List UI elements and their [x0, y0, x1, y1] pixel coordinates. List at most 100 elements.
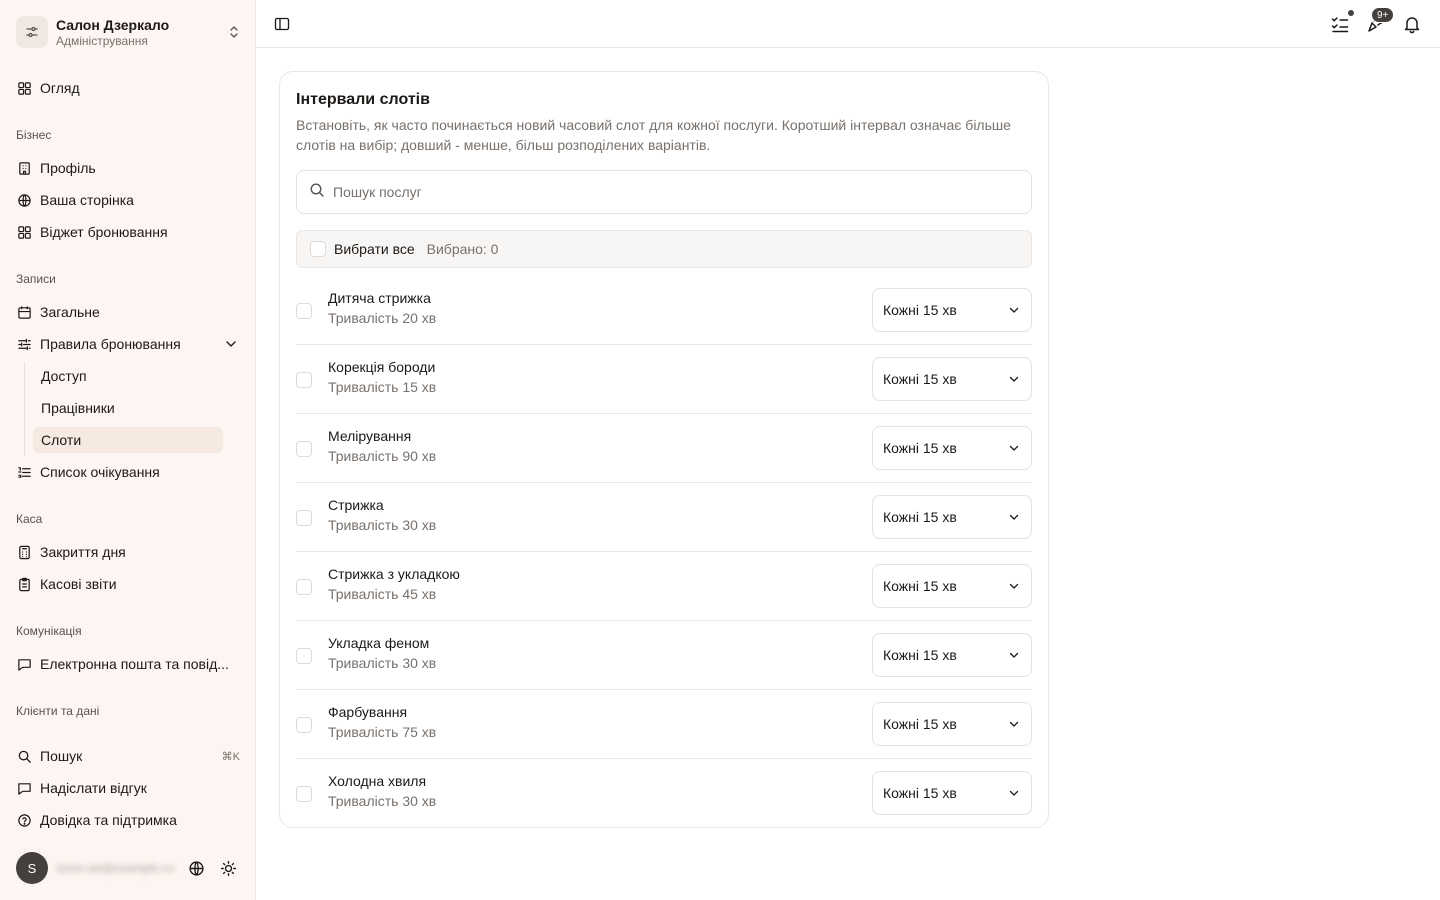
list-item: Мелірування Тривалість 90 хв Кожні 15 хв	[296, 414, 1032, 483]
chevron-down-icon	[1007, 786, 1021, 800]
nav-label: Електронна пошта та повід...	[40, 656, 229, 672]
sub-item-access[interactable]: Доступ	[33, 363, 223, 389]
nav-item-help[interactable]: Довідка та підтримка	[8, 806, 248, 834]
nav-item-feedback[interactable]: Надіслати відгук	[8, 774, 248, 802]
nav-item-day-close[interactable]: Закриття дня	[8, 538, 248, 566]
message-square-icon	[16, 780, 32, 796]
interval-value: Кожні 15 хв	[883, 509, 957, 525]
section-label-comms: Комунікація	[16, 624, 82, 638]
nav-item-profile[interactable]: Профіль	[8, 154, 248, 182]
sub-label: Працівники	[41, 400, 115, 416]
section-label-clients: Клієнти та дані	[16, 704, 100, 718]
service-name: Мелірування	[328, 428, 412, 444]
chevron-down-icon	[1007, 303, 1021, 317]
nav-item-cash-reports[interactable]: Касові звіти	[8, 570, 248, 598]
clipboard-icon	[16, 576, 32, 592]
service-checkbox[interactable]	[296, 717, 312, 733]
widget-icon	[16, 224, 32, 240]
org-logo-icon	[16, 16, 48, 48]
nav-item-overview[interactable]: Огляд	[8, 74, 248, 102]
list-item: Фарбування Тривалість 75 хв Кожні 15 хв	[296, 690, 1032, 759]
select-all-checkbox[interactable]	[310, 241, 326, 257]
chevron-down-icon	[1007, 372, 1021, 386]
service-checkbox[interactable]	[296, 579, 312, 595]
bell-icon[interactable]	[1401, 13, 1423, 35]
service-duration: Тривалість 30 хв	[328, 517, 437, 533]
user-menu[interactable]: S stoss-ad@example.com	[16, 852, 246, 884]
nav-label: Ваша сторінка	[40, 192, 134, 208]
nav-item-booking-rules[interactable]: Правила бронювання	[8, 330, 248, 358]
subnav-divider	[24, 362, 25, 456]
interval-select[interactable]: Кожні 15 хв	[872, 702, 1032, 746]
interval-value: Кожні 15 хв	[883, 371, 957, 387]
service-checkbox[interactable]	[296, 372, 312, 388]
interval-select[interactable]: Кожні 15 хв	[872, 633, 1032, 677]
nav-label: Віджет бронювання	[40, 224, 168, 240]
nav-label: Пошук	[40, 748, 83, 764]
service-name: Фарбування	[328, 704, 408, 720]
service-duration: Тривалість 15 хв	[328, 379, 437, 395]
service-checkbox[interactable]	[296, 441, 312, 457]
service-checkbox[interactable]	[296, 786, 312, 802]
org-switcher[interactable]: Салон Дзеркало Адміністрування	[16, 14, 242, 50]
list-item: Корекція бороди Тривалість 15 хв Кожні 1…	[296, 345, 1032, 414]
search-input[interactable]	[333, 184, 993, 200]
chevron-down-icon	[1007, 648, 1021, 662]
list-item: Холодна хвиля Тривалість 30 хв Кожні 15 …	[296, 759, 1032, 828]
sun-icon[interactable]	[218, 858, 238, 878]
list-ordered-icon	[16, 464, 32, 480]
avatar: S	[16, 852, 48, 884]
card-description: Встановіть, як часто починається новий ч…	[296, 117, 1011, 153]
chevrons-up-down-icon	[226, 24, 242, 40]
service-name: Корекція бороди	[328, 359, 436, 375]
chevron-down-icon	[1007, 510, 1021, 524]
search-icon	[16, 748, 32, 764]
interval-select[interactable]: Кожні 15 хв	[872, 564, 1032, 608]
notification-dot	[1346, 8, 1356, 18]
interval-select[interactable]: Кожні 15 хв	[872, 288, 1032, 332]
shortcut-hint: ⌘K	[221, 750, 240, 763]
nav-item-general[interactable]: Загальне	[8, 298, 248, 326]
sub-item-slots[interactable]: Слоти	[33, 427, 223, 453]
nav-label: Профіль	[40, 160, 96, 176]
service-duration: Тривалість 45 хв	[328, 586, 437, 602]
nav-item-waitlist[interactable]: Список очікування	[8, 458, 248, 486]
list-item: Укладка феном Тривалість 30 хв Кожні 15 …	[296, 621, 1032, 690]
service-checkbox[interactable]	[296, 510, 312, 526]
interval-value: Кожні 15 хв	[883, 440, 957, 456]
nav-item-booking-widget[interactable]: Віджет бронювання	[8, 218, 248, 246]
sidebar-toggle-icon[interactable]	[272, 14, 292, 34]
interval-select[interactable]: Кожні 15 хв	[872, 357, 1032, 401]
service-checkbox[interactable]	[296, 648, 312, 664]
chevron-down-icon	[1007, 717, 1021, 731]
sidebar: Салон Дзеркало Адміністрування Огляд Біз…	[0, 0, 256, 900]
globe-icon[interactable]	[186, 858, 206, 878]
interval-select[interactable]: Кожні 15 хв	[872, 426, 1032, 470]
nav-item-search[interactable]: Пошук ⌘K	[8, 742, 248, 770]
list-item: Дитяча стрижка Тривалість 20 хв Кожні 15…	[296, 276, 1032, 345]
section-label-bookings: Записи	[16, 272, 56, 286]
sub-item-workers[interactable]: Працівники	[33, 395, 223, 421]
nav-label: Касові звіти	[40, 576, 117, 592]
service-list: Дитяча стрижка Тривалість 20 хв Кожні 15…	[296, 276, 1032, 828]
service-name: Укладка феном	[328, 635, 430, 651]
interval-value: Кожні 15 хв	[883, 785, 957, 801]
service-duration: Тривалість 90 хв	[328, 448, 437, 464]
interval-select[interactable]: Кожні 15 хв	[872, 771, 1032, 815]
interval-value: Кожні 15 хв	[883, 647, 957, 663]
nav-item-your-page[interactable]: Ваша сторінка	[8, 186, 248, 214]
nav-item-email[interactable]: Електронна пошта та повід...	[8, 650, 248, 678]
service-checkbox[interactable]	[296, 303, 312, 319]
interval-select[interactable]: Кожні 15 хв	[872, 495, 1032, 539]
service-duration: Тривалість 75 хв	[328, 724, 437, 740]
chevron-down-icon	[224, 337, 238, 351]
interval-value: Кожні 15 хв	[883, 302, 957, 318]
calculator-icon	[16, 544, 32, 560]
service-name: Холодна хвиля	[328, 773, 427, 789]
service-name: Стрижка з укладкою	[328, 566, 460, 582]
list-item: Стрижка Тривалість 30 хв Кожні 15 хв	[296, 483, 1032, 552]
selected-count: Вибрано: 0	[426, 241, 499, 257]
chevron-down-icon	[1007, 579, 1021, 593]
nav-label: Закриття дня	[40, 544, 126, 560]
nav-label: Список очікування	[40, 464, 160, 480]
